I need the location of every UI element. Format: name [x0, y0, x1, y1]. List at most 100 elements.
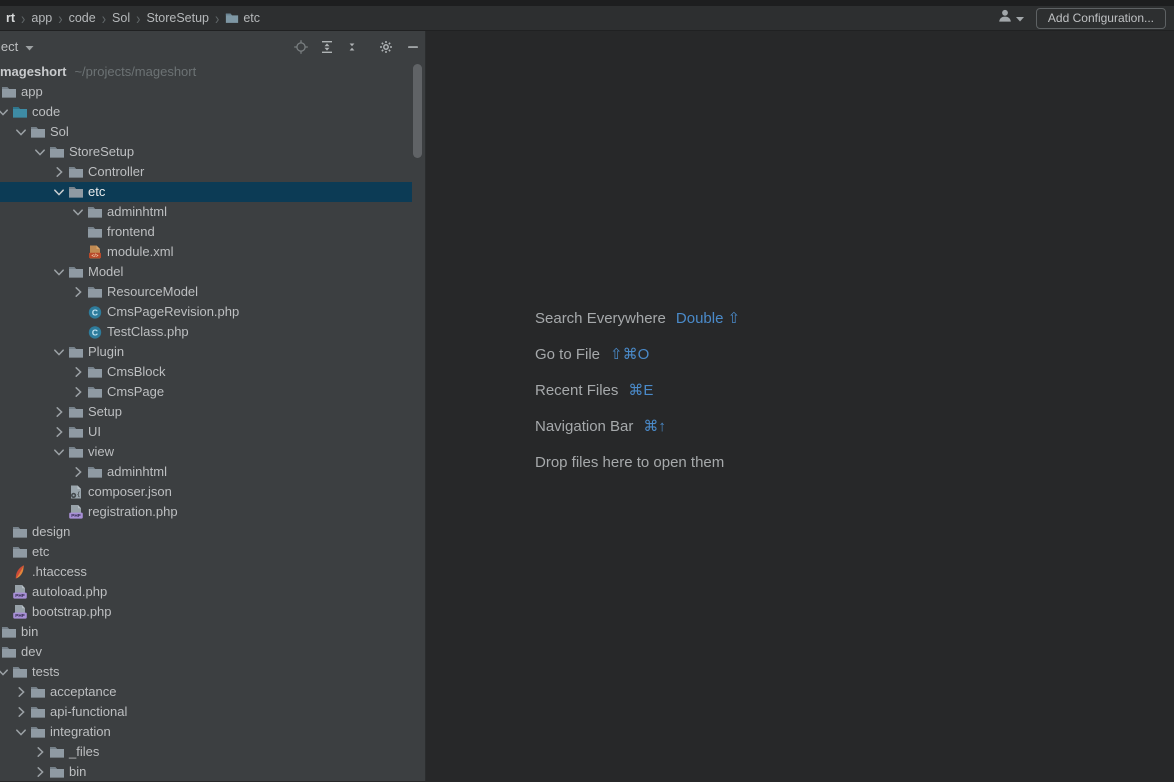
chevron-collapsed-icon[interactable]	[51, 424, 67, 440]
settings-gear-icon[interactable]	[378, 39, 394, 55]
tree-row[interactable]: </>module.xml	[0, 242, 412, 262]
chevron-expanded-icon[interactable]	[51, 264, 67, 280]
tree-row[interactable]: integration	[0, 722, 412, 742]
tree-row[interactable]: CCmsPageRevision.php	[0, 302, 412, 322]
chevron-expanded-icon[interactable]	[13, 724, 29, 740]
chevron-expanded-icon[interactable]	[13, 124, 29, 140]
tree-row[interactable]: view	[0, 442, 412, 462]
tree-row-selected[interactable]: etc	[0, 182, 412, 202]
chevron-collapsed-icon[interactable]	[70, 464, 86, 480]
tree-row[interactable]: PHPbootstrap.php	[0, 602, 412, 622]
chevron-collapsed-icon[interactable]	[51, 404, 67, 420]
chevron-collapsed-icon[interactable]	[51, 164, 67, 180]
tree-row[interactable]: Plugin	[0, 342, 412, 362]
tree-row[interactable]: CmsPage	[0, 382, 412, 402]
shortcut-hint-label: Search Everywhere	[535, 310, 666, 327]
chevron-expanded-icon[interactable]	[0, 104, 11, 120]
tree-row[interactable]: acceptance	[0, 682, 412, 702]
project-root-path: ~/projects/mageshort	[74, 64, 196, 79]
tree-row[interactable]: StoreSetup	[0, 142, 412, 162]
tree-row[interactable]: code	[0, 102, 412, 122]
breadcrumb-item[interactable]: rt	[6, 11, 18, 25]
tree-row-label: composer.json	[0, 482, 172, 502]
tree-row[interactable]: app	[0, 82, 412, 102]
svg-text:PHP: PHP	[15, 593, 24, 598]
tree-row[interactable]: PHPregistration.php	[0, 502, 412, 522]
folder-icon	[225, 11, 239, 25]
shortcut-hint-line: Drop files here to open them	[535, 444, 740, 480]
add-configuration-button[interactable]: Add Configuration...	[1036, 8, 1166, 29]
chevron-collapsed-icon[interactable]	[70, 364, 86, 380]
php-file-icon: PHP	[12, 604, 28, 620]
chevron-collapsed-icon[interactable]	[13, 704, 29, 720]
tree-row[interactable]: ResourceModel	[0, 282, 412, 302]
tree-row[interactable]: {composer.json	[0, 482, 412, 502]
tree-row[interactable]: tests	[0, 662, 412, 682]
chevron-expanded-icon[interactable]	[70, 204, 86, 220]
tree-row[interactable]: Model	[0, 262, 412, 282]
chevron-expanded-icon[interactable]	[51, 444, 67, 460]
tree-row[interactable]: adminhtml	[0, 462, 412, 482]
folder-icon	[30, 724, 46, 740]
chevron-collapsed-icon[interactable]	[70, 284, 86, 300]
tree-row[interactable]: mageshort ~/projects/mageshort	[0, 62, 412, 82]
tree-row[interactable]: PHPautoload.php	[0, 582, 412, 602]
tree-row[interactable]: _files	[0, 742, 412, 762]
user-menu[interactable]	[997, 8, 1024, 29]
breadcrumb-separator-icon: ›	[102, 9, 106, 28]
breadcrumb-item[interactable]: etc	[222, 11, 263, 25]
breadcrumb-item-label: app	[31, 11, 52, 25]
chevron-collapsed-icon[interactable]	[32, 744, 48, 760]
folder-icon	[49, 764, 65, 780]
breadcrumb-item[interactable]: StoreSetup	[143, 11, 212, 25]
tree-row[interactable]: adminhtml	[0, 202, 412, 222]
folder-icon	[12, 544, 28, 560]
tree-row[interactable]: frontend	[0, 222, 412, 242]
tree-scrollbar-thumb[interactable]	[413, 64, 422, 158]
tree-row[interactable]: dev	[0, 642, 412, 662]
tree-row[interactable]: Sol	[0, 122, 412, 142]
tree-row[interactable]: api-functional	[0, 702, 412, 722]
breadcrumb-item[interactable]: code	[66, 11, 99, 25]
expand-all-icon[interactable]	[319, 39, 335, 55]
hide-panel-icon[interactable]	[405, 39, 421, 55]
editor-area[interactable]: Search EverywhereDouble ⇧Go to File⇧⌘ORe…	[426, 31, 1174, 781]
collapse-all-icon[interactable]	[344, 39, 360, 55]
editor-shortcut-hints: Search EverywhereDouble ⇧Go to File⇧⌘ORe…	[535, 300, 740, 480]
chevron-collapsed-icon[interactable]	[32, 764, 48, 780]
folder-icon	[68, 164, 84, 180]
shortcut-hint-keys: Double ⇧	[676, 309, 740, 327]
tree-row-label: mageshort ~/projects/mageshort	[0, 62, 196, 82]
chevron-expanded-icon[interactable]	[51, 344, 67, 360]
tree-row[interactable]: .htaccess	[0, 562, 412, 582]
chevron-collapsed-icon[interactable]	[13, 684, 29, 700]
breadcrumb-item[interactable]: Sol	[109, 11, 133, 25]
shortcut-hint-keys: ⇧⌘O	[610, 345, 649, 363]
tree-row[interactable]: CmsBlock	[0, 362, 412, 382]
project-panel-title[interactable]: ject	[0, 39, 34, 54]
breadcrumb-item[interactable]: app	[28, 11, 55, 25]
chevron-expanded-icon[interactable]	[0, 664, 11, 680]
tree-row-label: StoreSetup	[0, 142, 134, 162]
project-root-name: mageshort	[0, 64, 66, 79]
svg-text:PHP: PHP	[71, 513, 80, 518]
breadcrumb-separator-icon: ›	[58, 9, 62, 28]
tree-row-label: CmsPageRevision.php	[0, 302, 239, 322]
folder-icon	[68, 184, 84, 200]
chevron-expanded-icon[interactable]	[32, 144, 48, 160]
tree-row[interactable]: Controller	[0, 162, 412, 182]
tree-row[interactable]: CTestClass.php	[0, 322, 412, 342]
tree-row[interactable]: design	[0, 522, 412, 542]
locate-icon[interactable]	[293, 39, 309, 55]
chevron-collapsed-icon[interactable]	[70, 384, 86, 400]
tree-row[interactable]: bin	[0, 622, 412, 642]
shortcut-hint-line: Search Everywhere Double ⇧	[535, 300, 740, 336]
breadcrumb: rt›app›code›Sol›StoreSetup›etc	[6, 11, 263, 26]
tree-row[interactable]: bin	[0, 762, 412, 781]
chevron-expanded-icon[interactable]	[51, 184, 67, 200]
tree-row[interactable]: etc	[0, 542, 412, 562]
tree-row[interactable]: Setup	[0, 402, 412, 422]
shortcut-hint-line: Go to File⇧⌘O	[535, 336, 740, 372]
folder-icon	[87, 204, 103, 220]
tree-row[interactable]: UI	[0, 422, 412, 442]
